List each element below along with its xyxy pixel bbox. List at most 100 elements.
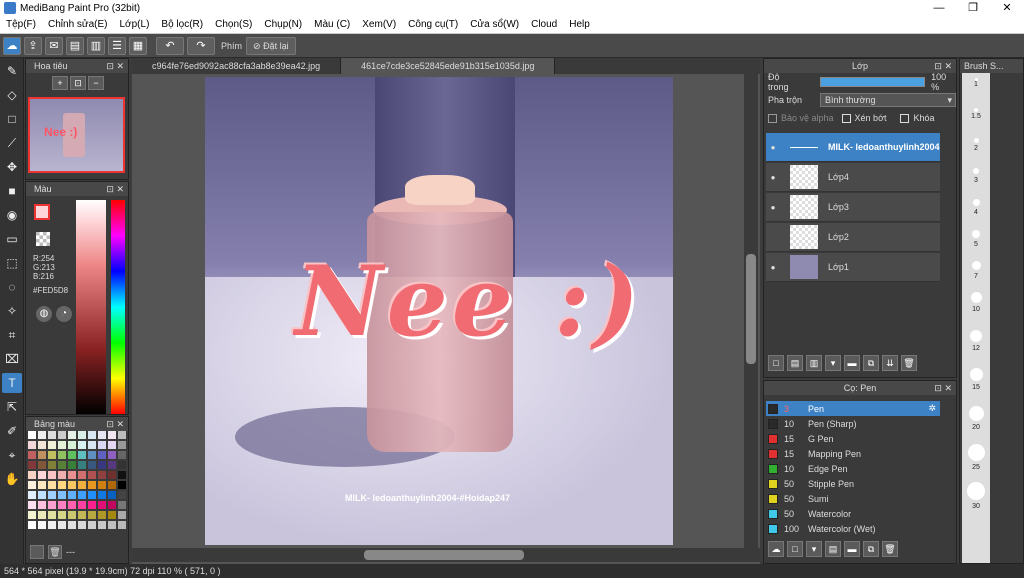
blend-mode-select[interactable]: Bình thường ▾ [820, 93, 956, 107]
menu-select[interactable]: Chọn(S) [209, 19, 258, 30]
palette-swatch[interactable] [28, 501, 36, 509]
new-layer-menu-icon[interactable]: ▾ [825, 355, 841, 371]
palette-swatch[interactable] [78, 481, 86, 489]
brush-size-option[interactable]: 30 [962, 480, 990, 518]
gear-icon[interactable]: ✲ [928, 403, 936, 414]
layer-row[interactable]: ● Lớp1 [766, 253, 940, 282]
palette-swatch[interactable] [68, 471, 76, 479]
minimize-button[interactable]: — [922, 0, 956, 16]
brush-settings-icon[interactable]: ▤ [825, 541, 841, 557]
palette-swatch[interactable] [38, 501, 46, 509]
new-swatch-icon[interactable] [30, 545, 44, 559]
brush-size-option[interactable]: 1.5 [962, 104, 990, 135]
zoom-out-icon[interactable]: − [88, 76, 104, 90]
close-button[interactable]: ✕ [990, 0, 1024, 16]
menu-cloud[interactable]: Cloud [525, 19, 563, 30]
palette-swatch[interactable] [68, 461, 76, 469]
eyedropper-tool-icon[interactable]: ⌖ [2, 445, 22, 465]
palette-swatch[interactable] [58, 521, 66, 529]
palette-swatch[interactable] [68, 441, 76, 449]
palette-swatch[interactable] [78, 471, 86, 479]
palette-swatch[interactable] [88, 521, 96, 529]
line-tool-icon[interactable]: ⟋ [2, 133, 22, 153]
brush-folder-icon[interactable]: ▬ [844, 541, 860, 557]
palette-swatch[interactable] [28, 481, 36, 489]
grid-icon[interactable]: ▦ [129, 36, 147, 55]
bucket-tool-icon[interactable]: ◉ [2, 205, 22, 225]
palette-swatch[interactable] [108, 451, 116, 459]
palette-swatch[interactable] [58, 451, 66, 459]
gradient-tool-icon[interactable]: ▭ [2, 229, 22, 249]
document-tab-2[interactable]: 461ce7cde3ce52845ede91b315e1035d.jpg [341, 58, 556, 74]
palette-swatch[interactable] [108, 511, 116, 519]
palette-swatch[interactable] [98, 461, 106, 469]
palette-swatch[interactable] [58, 441, 66, 449]
comment-icon[interactable]: ✉ [45, 36, 63, 55]
palette-swatch[interactable] [78, 451, 86, 459]
brush-tool-icon[interactable]: ✎ [2, 61, 22, 81]
brush-size-option[interactable]: 12 [962, 328, 990, 366]
magic-wand-tool-icon[interactable]: ✧ [2, 301, 22, 321]
duplicate-layer-icon[interactable]: ⧉ [863, 355, 879, 371]
color-picker-icon[interactable]: ◔ [56, 306, 72, 322]
divide-tool-icon[interactable]: ✐ [2, 421, 22, 441]
palette-swatch[interactable] [108, 501, 116, 509]
palette-swatch[interactable] [88, 491, 96, 499]
fill-rect-tool-icon[interactable]: ■ [2, 181, 22, 201]
palette-swatch[interactable] [28, 461, 36, 469]
palette-swatch[interactable] [78, 441, 86, 449]
eye-icon[interactable]: ● [766, 203, 780, 212]
palette-swatch[interactable] [58, 491, 66, 499]
palette-swatch[interactable] [88, 501, 96, 509]
brush-row[interactable]: 50 Sumi [766, 491, 940, 506]
select-rect-tool-icon[interactable]: ⬚ [2, 253, 22, 273]
navigator-thumbnail[interactable]: Nee :) [28, 97, 125, 173]
palette-swatch[interactable] [48, 501, 56, 509]
palette-swatch[interactable] [58, 511, 66, 519]
brush-menu-icon[interactable]: ▾ [806, 541, 822, 557]
layer-row[interactable]: ● MILK- ledoanthuylinh2004 [766, 133, 940, 162]
eye-icon[interactable]: ● [766, 263, 780, 272]
palette-swatch[interactable] [48, 511, 56, 519]
palette-swatch[interactable] [28, 521, 36, 529]
palette-swatch[interactable] [88, 441, 96, 449]
zoom-in-icon[interactable]: + [52, 76, 68, 90]
eraser-tool-icon[interactable]: ◇ [2, 85, 22, 105]
brush-size-option[interactable]: 20 [962, 404, 990, 442]
palette-swatch[interactable] [38, 511, 46, 519]
brush-row[interactable]: 10 Pen (Sharp) [766, 416, 940, 431]
palette-swatch[interactable] [38, 471, 46, 479]
panel-close-icon[interactable]: ⊡ ✕ [106, 59, 124, 73]
palette-swatch[interactable] [98, 491, 106, 499]
brush-size-option[interactable]: 4 [962, 197, 990, 228]
palette-swatch[interactable] [78, 521, 86, 529]
brush-row[interactable]: 100 Watercolor (Wet) [766, 521, 940, 536]
menu-layer[interactable]: Lớp(L) [114, 19, 156, 30]
undo-icon[interactable]: ↶ [156, 36, 184, 55]
lasso-tool-icon[interactable]: ◌ [2, 277, 22, 297]
saturation-value-picker[interactable] [76, 200, 106, 414]
move-tool-icon[interactable]: ✥ [2, 157, 22, 177]
palette-swatch[interactable] [108, 481, 116, 489]
opacity-slider[interactable] [819, 77, 926, 87]
duplicate-brush-icon[interactable]: ⧉ [863, 541, 879, 557]
document-icon[interactable]: ▥ [87, 36, 105, 55]
palette-swatch[interactable] [68, 521, 76, 529]
operation-tool-icon[interactable]: ⇱ [2, 397, 22, 417]
new-halftone-layer-icon[interactable]: ▤ [787, 355, 803, 371]
brush-size-option[interactable]: 7 [962, 259, 990, 290]
eye-icon[interactable]: ● [766, 143, 780, 152]
palette-swatch[interactable] [38, 491, 46, 499]
palette-swatch[interactable] [108, 461, 116, 469]
palette-swatch[interactable] [108, 471, 116, 479]
palette-swatch[interactable] [48, 451, 56, 459]
palette-swatch[interactable] [38, 461, 46, 469]
clip-checkbox[interactable] [841, 113, 851, 123]
transparent-color-swatch[interactable] [36, 232, 50, 246]
palette-swatch[interactable] [118, 521, 126, 529]
palette-swatch[interactable] [68, 451, 76, 459]
primary-color-swatch[interactable] [34, 204, 50, 220]
palette-swatch[interactable] [108, 521, 116, 529]
layer-row[interactable]: ● Lớp4 [766, 163, 940, 192]
select-eraser-tool-icon[interactable]: ⌧ [2, 349, 22, 369]
